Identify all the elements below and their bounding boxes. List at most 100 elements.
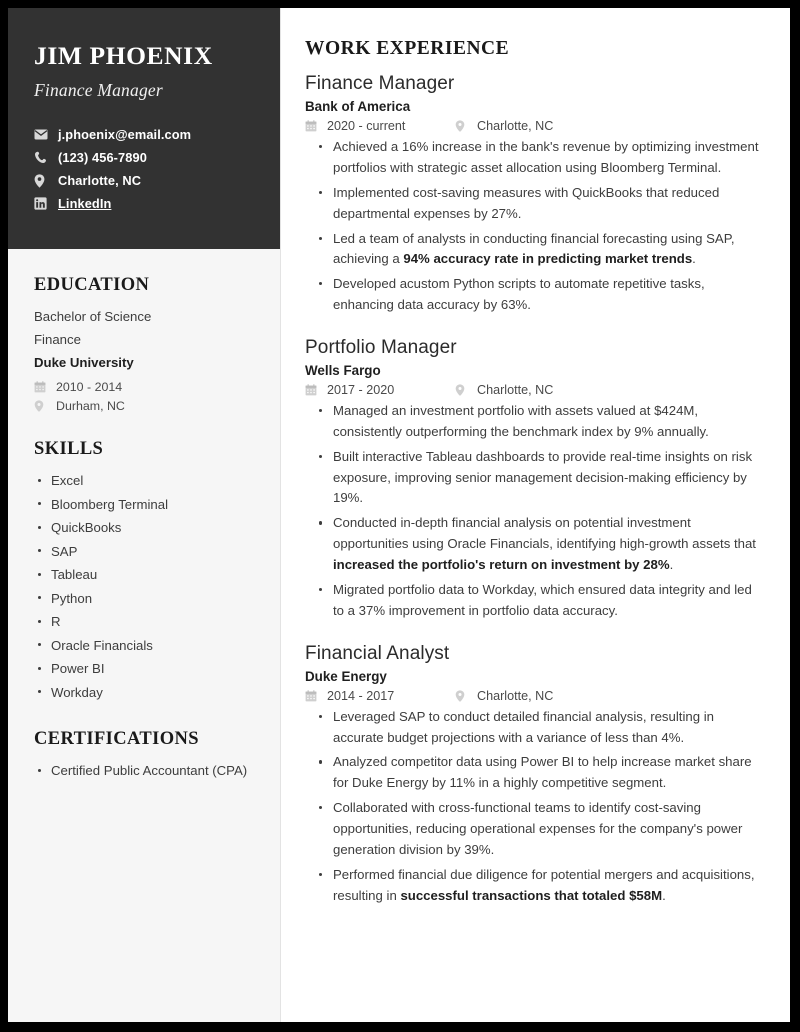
job-location: Charlotte, NC — [477, 119, 554, 134]
job-bullet: Implemented cost-saving measures with Qu… — [305, 183, 764, 225]
certifications-list: Certified Public Accountant (CPA) — [34, 760, 255, 782]
bullet-text-tail: . — [662, 887, 666, 903]
education-dates-row: 2010 - 2014 — [34, 380, 255, 394]
job-bullet: Leveraged SAP to conduct detailed financ… — [305, 707, 764, 749]
calendar-icon — [305, 384, 321, 396]
job-dates: 2014 - 2017 — [327, 688, 395, 703]
job-title: Portfolio Manager — [305, 336, 457, 358]
job-bullet: Managed an investment portfolio with ass… — [305, 401, 764, 443]
job-entry: Financial Analyst Duke Energy 2014 - 2017 C… — [305, 641, 764, 907]
profile-header: JIM PHOENIX Finance Manager j.phoenix@em… — [8, 8, 281, 250]
sidebar-body: EDUCATION Bachelor of Science Finance Du… — [8, 249, 281, 1022]
calendar-icon — [305, 120, 321, 132]
job-company: Bank of America — [305, 99, 411, 115]
certification-item: Certified Public Accountant (CPA) — [34, 760, 255, 782]
skills-heading: SKILLS — [34, 439, 104, 460]
linkedin-icon — [34, 197, 51, 210]
calendar-icon — [34, 381, 50, 393]
education-school: Duke University — [34, 355, 134, 371]
job-company: Wells Fargo — [305, 363, 381, 379]
bullet-text-lead: Conducted in-depth financial analysis on… — [333, 515, 756, 552]
location-pin-icon — [455, 384, 471, 396]
location-pin-icon — [455, 690, 471, 702]
profile-job-title: Finance Manager — [34, 80, 163, 101]
job-location-group: Charlotte, NC — [455, 689, 553, 703]
job-bullet-list: Leveraged SAP to conduct detailed financ… — [305, 707, 764, 907]
work-experience-heading: WORK EXPERIENCE — [305, 38, 510, 59]
contact-location-text: Charlotte, NC — [58, 173, 142, 189]
contact-email-text: j.phoenix@email.com — [58, 127, 192, 143]
job-meta: 2020 - current Charlotte, NC — [305, 119, 764, 133]
job-location: Charlotte, NC — [477, 383, 554, 398]
education-location: Durham, NC — [56, 399, 125, 414]
job-bullet: Analyzed competitor data using Power BI … — [305, 752, 764, 794]
education-location-row: Durham, NC — [34, 399, 255, 413]
job-bullet: Migrated portfolio data to Workday, whic… — [305, 580, 764, 622]
contact-phone-text: (123) 456-7890 — [58, 150, 147, 166]
skill-item: R — [34, 611, 255, 633]
job-location-group: Charlotte, NC — [455, 119, 553, 133]
contact-item-linkedin[interactable]: LinkedIn — [34, 196, 255, 211]
job-location: Charlotte, NC — [477, 688, 554, 703]
job-meta: 2014 - 2017 Charlotte, NC — [305, 689, 764, 703]
skill-item: QuickBooks — [34, 517, 255, 539]
sidebar-divider — [280, 8, 281, 1022]
job-title: Financial Analyst — [305, 642, 450, 664]
location-pin-icon — [455, 120, 471, 132]
skill-item: Bloomberg Terminal — [34, 494, 255, 516]
job-bullet-list: Managed an investment portfolio with ass… — [305, 401, 764, 622]
resume-page: JIM PHOENIX Finance Manager j.phoenix@em… — [8, 8, 790, 1022]
bullet-text-highlight: 94% accuracy rate in predicting market t… — [403, 251, 693, 267]
job-entry: Portfolio Manager Wells Fargo 2017 - 2020 C… — [305, 335, 764, 622]
job-bullet: Achieved a 16% increase in the bank's re… — [305, 137, 764, 179]
job-dates-group: 2020 - current — [305, 119, 455, 133]
skill-item: Oracle Financials — [34, 635, 255, 657]
job-dates-group: 2014 - 2017 — [305, 689, 455, 703]
skill-item: Tableau — [34, 564, 255, 586]
location-pin-icon — [34, 400, 50, 412]
job-bullet: Conducted in-depth financial analysis on… — [305, 513, 764, 576]
job-bullet: Collaborated with cross-functional teams… — [305, 798, 764, 861]
contact-list: j.phoenix@email.com (123) 456-7890 Charl… — [34, 127, 255, 211]
job-dates: 2020 - current — [327, 119, 406, 134]
education-heading: EDUCATION — [34, 275, 150, 296]
certifications-section: CERTIFICATIONS Certified Public Accounta… — [34, 729, 255, 782]
skill-item: Workday — [34, 682, 255, 704]
jobs-container: Finance Manager Bank of America 2020 - cur… — [305, 71, 764, 906]
bullet-text-tail: . — [669, 557, 674, 573]
job-bullet-list: Achieved a 16% increase in the bank's re… — [305, 137, 764, 316]
job-location-group: Charlotte, NC — [455, 383, 553, 397]
job-bullet: Built interactive Tableau dashboards to … — [305, 447, 764, 510]
location-pin-icon — [34, 173, 51, 188]
job-meta: 2017 - 2020 Charlotte, NC — [305, 383, 764, 397]
job-dates-group: 2017 - 2020 — [305, 383, 455, 397]
education-field: Finance — [34, 331, 81, 347]
contact-item-email[interactable]: j.phoenix@email.com — [34, 127, 255, 142]
job-bullet: Developed acustom Python scripts to auto… — [305, 274, 764, 316]
skill-item: Python — [34, 588, 255, 610]
calendar-icon — [305, 690, 321, 702]
certifications-heading: CERTIFICATIONS — [34, 729, 199, 750]
skill-item: Power BI — [34, 658, 255, 680]
job-dates: 2017 - 2020 — [327, 383, 395, 398]
contact-linkedin-text[interactable]: LinkedIn — [58, 196, 111, 211]
bullet-text-highlight: increased the portfolio's return on inve… — [333, 557, 670, 573]
skill-item: SAP — [34, 541, 255, 563]
education-section: EDUCATION Bachelor of Science Finance Du… — [34, 275, 255, 413]
job-bullet: Performed financial due diligence for po… — [305, 865, 764, 907]
contact-item-phone[interactable]: (123) 456-7890 — [34, 150, 255, 165]
skills-list: Excel Bloomberg Terminal QuickBooks SAP Tabl… — [34, 470, 255, 703]
main-content: WORK EXPERIENCE Finance Manager Bank of A… — [281, 8, 790, 1022]
education-degree: Bachelor of Science — [34, 309, 152, 325]
contact-item-location: Charlotte, NC — [34, 173, 255, 188]
education-dates: 2010 - 2014 — [56, 380, 123, 395]
skill-item: Excel — [34, 470, 255, 492]
skills-section: SKILLS Excel Bloomberg Terminal QuickBooks… — [34, 439, 255, 703]
phone-icon — [34, 151, 51, 164]
page-title: JIM PHOENIX — [34, 41, 213, 70]
job-entry: Finance Manager Bank of America 2020 - cur… — [305, 71, 764, 316]
job-bullet: Led a team of analysts in conducting fin… — [305, 229, 764, 271]
envelope-icon — [34, 129, 51, 140]
sidebar: JIM PHOENIX Finance Manager j.phoenix@em… — [8, 8, 281, 1022]
bullet-text-highlight: successful transactions that totaled $58… — [400, 887, 663, 903]
